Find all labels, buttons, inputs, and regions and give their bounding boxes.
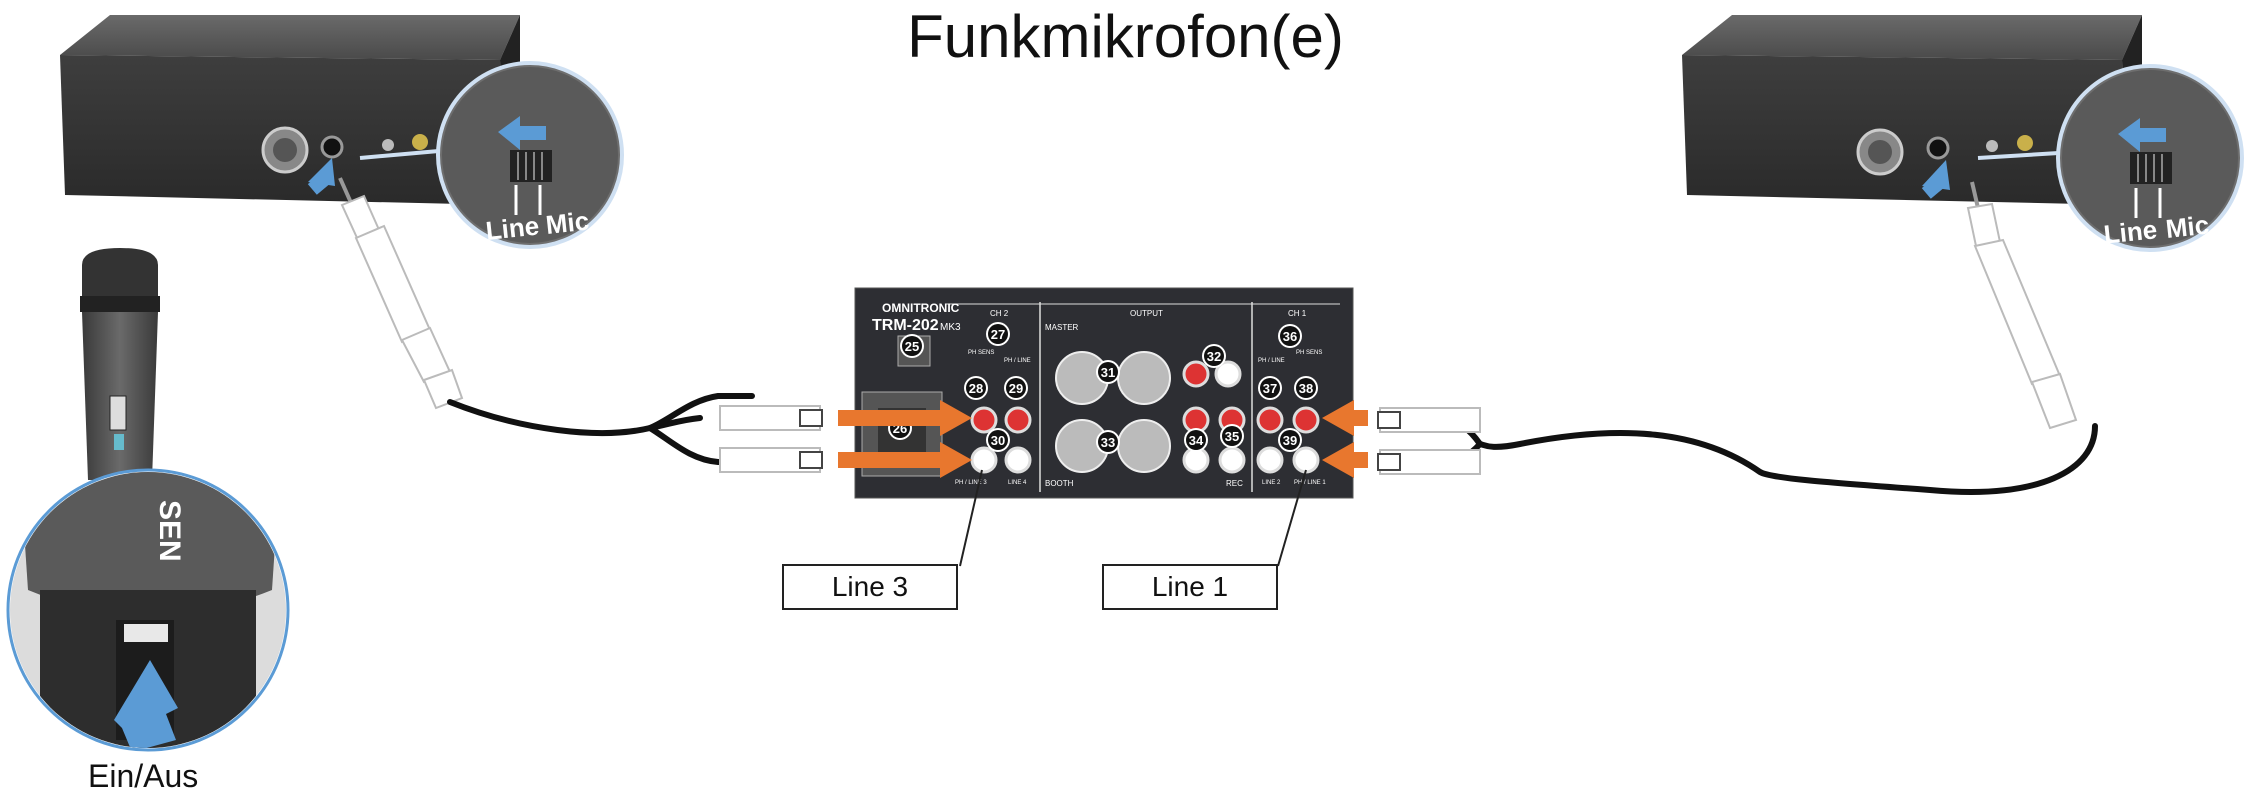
wireless-microphone xyxy=(80,248,160,480)
svg-text:34: 34 xyxy=(1189,433,1204,448)
cable-right xyxy=(1397,417,2098,495)
label-ph-sens-ch1: PH SENS xyxy=(1296,350,1322,356)
svg-text:37: 37 xyxy=(1263,381,1277,396)
rca-ch1-red-2 xyxy=(1292,406,1320,434)
svg-text:28: 28 xyxy=(969,381,983,396)
power-caption: Ein/Aus xyxy=(88,758,199,794)
rca-ch1-white xyxy=(1256,446,1284,474)
switch-label-mic: Mic xyxy=(2164,210,2210,244)
switch-label-mic: Mic xyxy=(544,206,590,240)
xlr-jack-icon xyxy=(1856,128,1904,176)
rca-ch2-red xyxy=(970,406,998,434)
rca-ch2-white xyxy=(970,446,998,474)
label-ph-sens-ch2: PH SENS xyxy=(968,350,994,356)
mic-zoom-circle: SEN xyxy=(6,468,290,752)
svg-text:35: 35 xyxy=(1225,429,1239,444)
jack-plug-left xyxy=(338,177,464,410)
svg-text:36: 36 xyxy=(1283,329,1297,344)
svg-text:29: 29 xyxy=(1009,381,1023,396)
callout-line3: Line 3 xyxy=(782,564,958,610)
switch-label-line: Line xyxy=(484,210,540,245)
label-ph-line-ch2: PH / LINE xyxy=(1004,358,1031,364)
jack-plug-right xyxy=(1966,181,2078,430)
jack-socket-icon xyxy=(320,135,344,159)
mixer-model-suffix: MK3 xyxy=(940,322,961,333)
label-line4: LINE 4 xyxy=(1008,480,1027,486)
switch-label-line: Line xyxy=(2102,214,2158,249)
label-ph-line3: PH / LINE 3 xyxy=(955,480,987,486)
label-booth: BOOTH xyxy=(1045,479,1074,488)
rca-ch2-red-2 xyxy=(1004,406,1032,434)
label-ph-line-ch1: PH / LINE xyxy=(1258,358,1285,364)
svg-text:30: 30 xyxy=(991,433,1005,448)
label-ph-line1: PH / LINE 1 xyxy=(1294,480,1326,486)
xlr-jack-icon xyxy=(261,126,309,174)
jack-socket-icon xyxy=(1926,136,1950,160)
rca-ch1-white-2 xyxy=(1292,446,1320,474)
callout-line1: Line 1 xyxy=(1102,564,1278,610)
rca-plugs-right xyxy=(1377,407,1481,475)
svg-text:38: 38 xyxy=(1299,381,1313,396)
rca-ch1-red xyxy=(1256,406,1284,434)
mic-brand-text: SEN xyxy=(153,500,186,562)
cable-left xyxy=(447,393,755,465)
wiring-diagram: Line Mic Line Mic OMNITRONIC TRM-202 MK3… xyxy=(6,15,2244,752)
section-ch1: CH 1 xyxy=(1288,309,1307,318)
rca-ch2-white-2 xyxy=(1004,446,1032,474)
section-output: OUTPUT xyxy=(1130,309,1163,318)
svg-text:32: 32 xyxy=(1207,349,1221,364)
label-master: MASTER xyxy=(1045,323,1079,332)
rca-master-red xyxy=(1182,360,1210,388)
rca-plugs-left xyxy=(719,405,823,473)
mixer-model: TRM-202 xyxy=(872,317,939,334)
svg-text:33: 33 xyxy=(1101,435,1115,450)
rca-rec-white xyxy=(1218,446,1246,474)
label-line2: LINE 2 xyxy=(1262,480,1281,486)
mixer-brand: OMNITRONIC xyxy=(882,301,960,315)
section-ch2: CH 2 xyxy=(990,309,1009,318)
svg-text:31: 31 xyxy=(1101,365,1115,380)
svg-text:25: 25 xyxy=(905,339,919,354)
svg-text:39: 39 xyxy=(1283,433,1297,448)
svg-text:27: 27 xyxy=(991,327,1005,342)
label-rec: REC xyxy=(1226,479,1243,488)
